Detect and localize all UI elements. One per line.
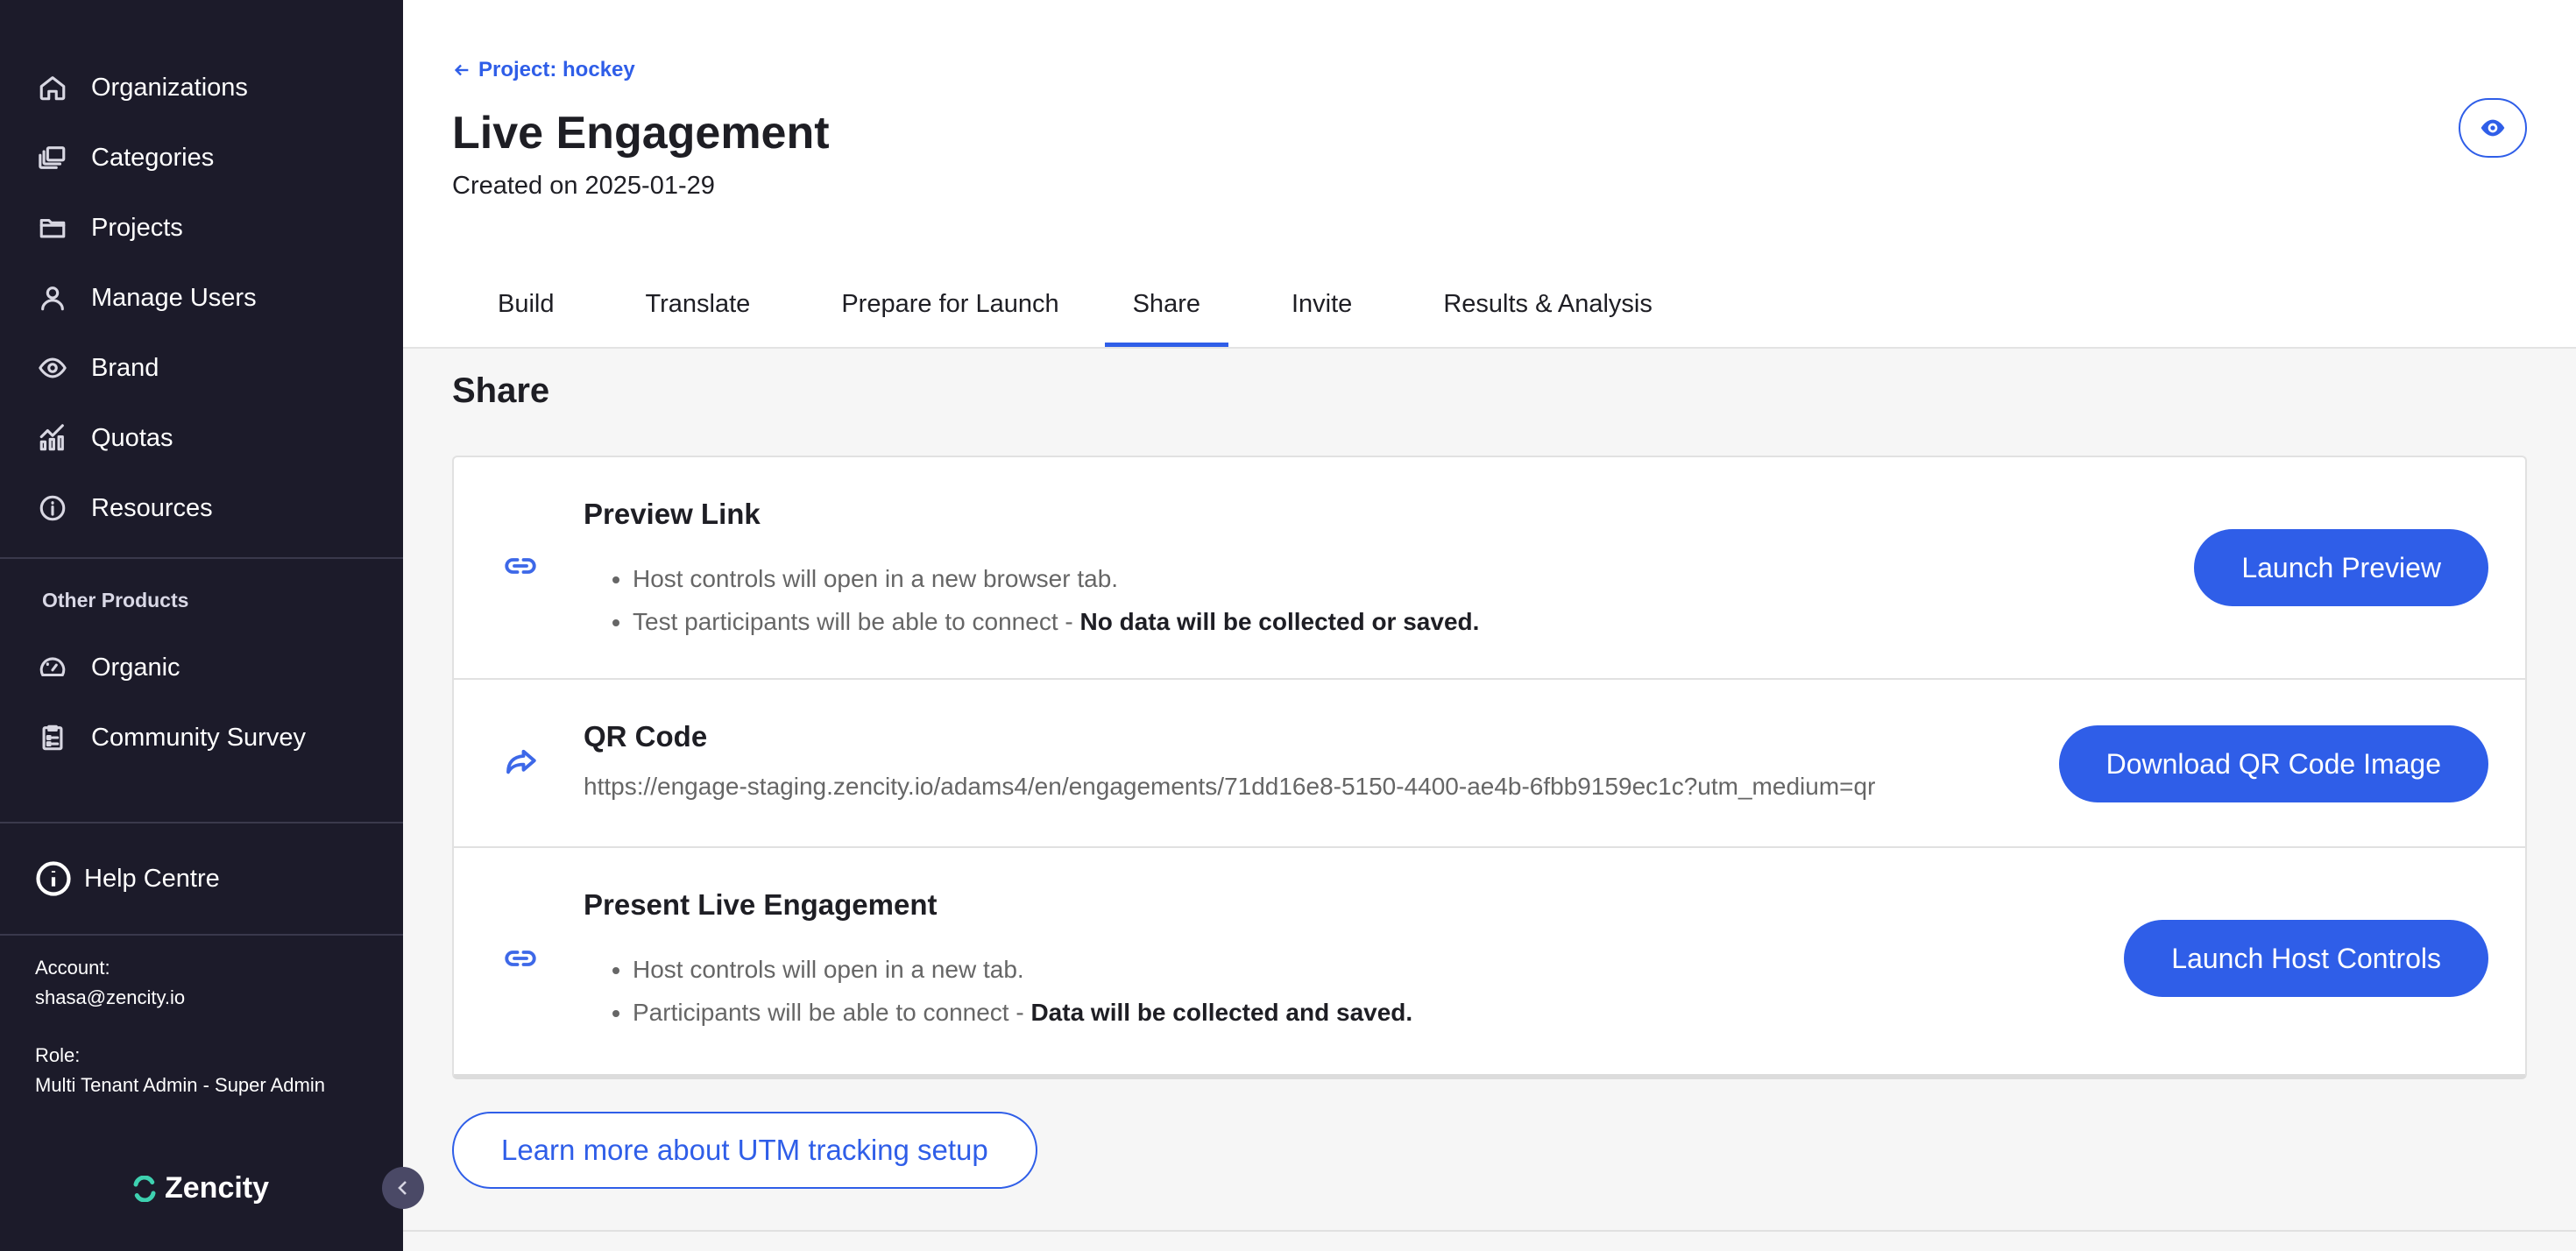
download-qr-code-button[interactable]: Download QR Code Image [2058, 725, 2488, 802]
sidebar-item-label: Community Survey [91, 723, 306, 752]
logo-text: Zencity [165, 1171, 270, 1205]
bullet-item: Host controls will open in a new tab. [633, 948, 1412, 991]
sidebar-item-manage-users[interactable]: Manage Users [35, 272, 257, 324]
present-live-title: Present Live Engagement [584, 888, 938, 921]
account-info: Account: shasa@zencity.io [35, 953, 185, 1013]
role-value: Multi Tenant Admin - Super Admin [35, 1074, 325, 1096]
role-info: Role: Multi Tenant Admin - Super Admin [35, 1041, 325, 1100]
footer-divider [403, 1230, 2576, 1232]
created-date: Created on 2025-01-29 [452, 172, 715, 200]
tab-build[interactable]: Build [452, 273, 600, 335]
eye-icon [35, 350, 70, 385]
home-icon [35, 70, 70, 105]
folder-icon [35, 210, 70, 245]
bullet-item: Test participants will be able to connec… [633, 600, 1479, 643]
help-centre-link[interactable]: Help Centre [35, 854, 220, 903]
sidebar-item-brand[interactable]: Brand [35, 342, 159, 394]
tab-results-analysis[interactable]: Results & Analysis [1398, 273, 1698, 335]
preview-link-row: Preview Link Host controls will open in … [454, 457, 2525, 678]
present-live-bullets: Host controls will open in a new tab. Pa… [584, 948, 1412, 1034]
sidebar-item-label: Manage Users [91, 283, 257, 312]
launch-host-controls-button[interactable]: Launch Host Controls [2124, 920, 2488, 997]
preview-button[interactable] [2459, 98, 2527, 158]
account-label: Account: [35, 957, 110, 979]
sidebar-item-label: Resources [91, 493, 213, 522]
sidebar-item-community-survey[interactable]: Community Survey [35, 711, 306, 764]
tab-invite[interactable]: Invite [1228, 273, 1398, 335]
share-arrow-icon [501, 743, 540, 781]
tab-share[interactable]: Share [1104, 273, 1229, 347]
arrow-left-icon [454, 64, 469, 76]
account-email: shasa@zencity.io [35, 986, 186, 1008]
tab-prepare-for-launch[interactable]: Prepare for Launch [796, 273, 1104, 335]
present-live-engagement-row: Present Live Engagement Host controls wi… [454, 846, 2525, 1071]
other-products-label: Other Products [42, 589, 189, 611]
section-title: Share [452, 371, 550, 410]
back-to-project-link[interactable]: Project: hockey [452, 58, 635, 82]
sidebar-item-label: Brand [91, 353, 159, 382]
user-icon [35, 280, 70, 315]
zencity-logo-mark-icon [133, 1175, 156, 1202]
preview-link-bullets: Host controls will open in a new browser… [584, 557, 1479, 643]
bullet-text: Participants will be able to connect - [633, 999, 1031, 1026]
sidebar-divider [0, 934, 403, 936]
link-icon [501, 547, 540, 585]
sidebar: Organizations Categories Projects Manage… [0, 0, 403, 1251]
page-header: Project: hockey Live Engagement Created … [403, 0, 2576, 349]
page-title: Live Engagement [452, 108, 830, 159]
main-content: Project: hockey Live Engagement Created … [403, 0, 2576, 1251]
sidebar-item-organizations[interactable]: Organizations [35, 61, 248, 114]
clipboard-icon [35, 720, 70, 755]
utm-tracking-help-button[interactable]: Learn more about UTM tracking setup [452, 1112, 1037, 1189]
help-centre-label: Help Centre [84, 864, 220, 893]
sidebar-item-label: Categories [91, 143, 215, 172]
qr-code-row: QR Code https://engage-staging.zencity.i… [454, 678, 2525, 848]
sidebar-item-label: Organizations [91, 73, 248, 102]
sidebar-item-label: Organic [91, 653, 180, 682]
info-circle-icon [35, 860, 72, 897]
tab-bar: Build Translate Prepare for Launch Share… [452, 273, 1698, 347]
bullet-item: Host controls will open in a new browser… [633, 557, 1479, 600]
tab-translate[interactable]: Translate [600, 273, 796, 335]
sidebar-divider [0, 822, 403, 823]
sidebar-item-resources[interactable]: Resources [35, 482, 213, 534]
bullet-bold-text: Data will be collected and saved. [1030, 999, 1413, 1026]
bullet-bold-text: No data will be collected or saved. [1079, 608, 1480, 635]
chart-icon [35, 421, 70, 456]
preview-link-title: Preview Link [584, 498, 761, 530]
sidebar-item-quotas[interactable]: Quotas [35, 412, 173, 464]
eye-icon [2480, 119, 2505, 137]
role-label: Role: [35, 1044, 81, 1066]
sidebar-item-organic[interactable]: Organic [35, 641, 180, 694]
chevron-left-icon [398, 1181, 407, 1195]
launch-preview-button[interactable]: Launch Preview [2194, 529, 2488, 606]
back-link-label: Project: hockey [478, 58, 635, 81]
link-icon [501, 939, 540, 978]
info-icon [35, 491, 70, 526]
qr-code-title: QR Code [584, 720, 708, 753]
share-options-card: Preview Link Host controls will open in … [452, 456, 2527, 1079]
layers-icon [35, 140, 70, 175]
sidebar-collapse-button[interactable] [382, 1167, 424, 1209]
gauge-icon [35, 650, 70, 685]
bullet-item: Participants will be able to connect - D… [633, 991, 1412, 1034]
sidebar-item-label: Projects [91, 213, 183, 242]
zencity-logo: Zencity [131, 1171, 269, 1205]
sidebar-item-label: Quotas [91, 423, 173, 452]
sidebar-item-categories[interactable]: Categories [35, 131, 214, 184]
qr-code-url: https://engage-staging.zencity.io/adams4… [584, 773, 1876, 800]
sidebar-item-projects[interactable]: Projects [35, 201, 183, 254]
sidebar-divider [0, 557, 403, 559]
bullet-text: Test participants will be able to connec… [633, 608, 1080, 635]
